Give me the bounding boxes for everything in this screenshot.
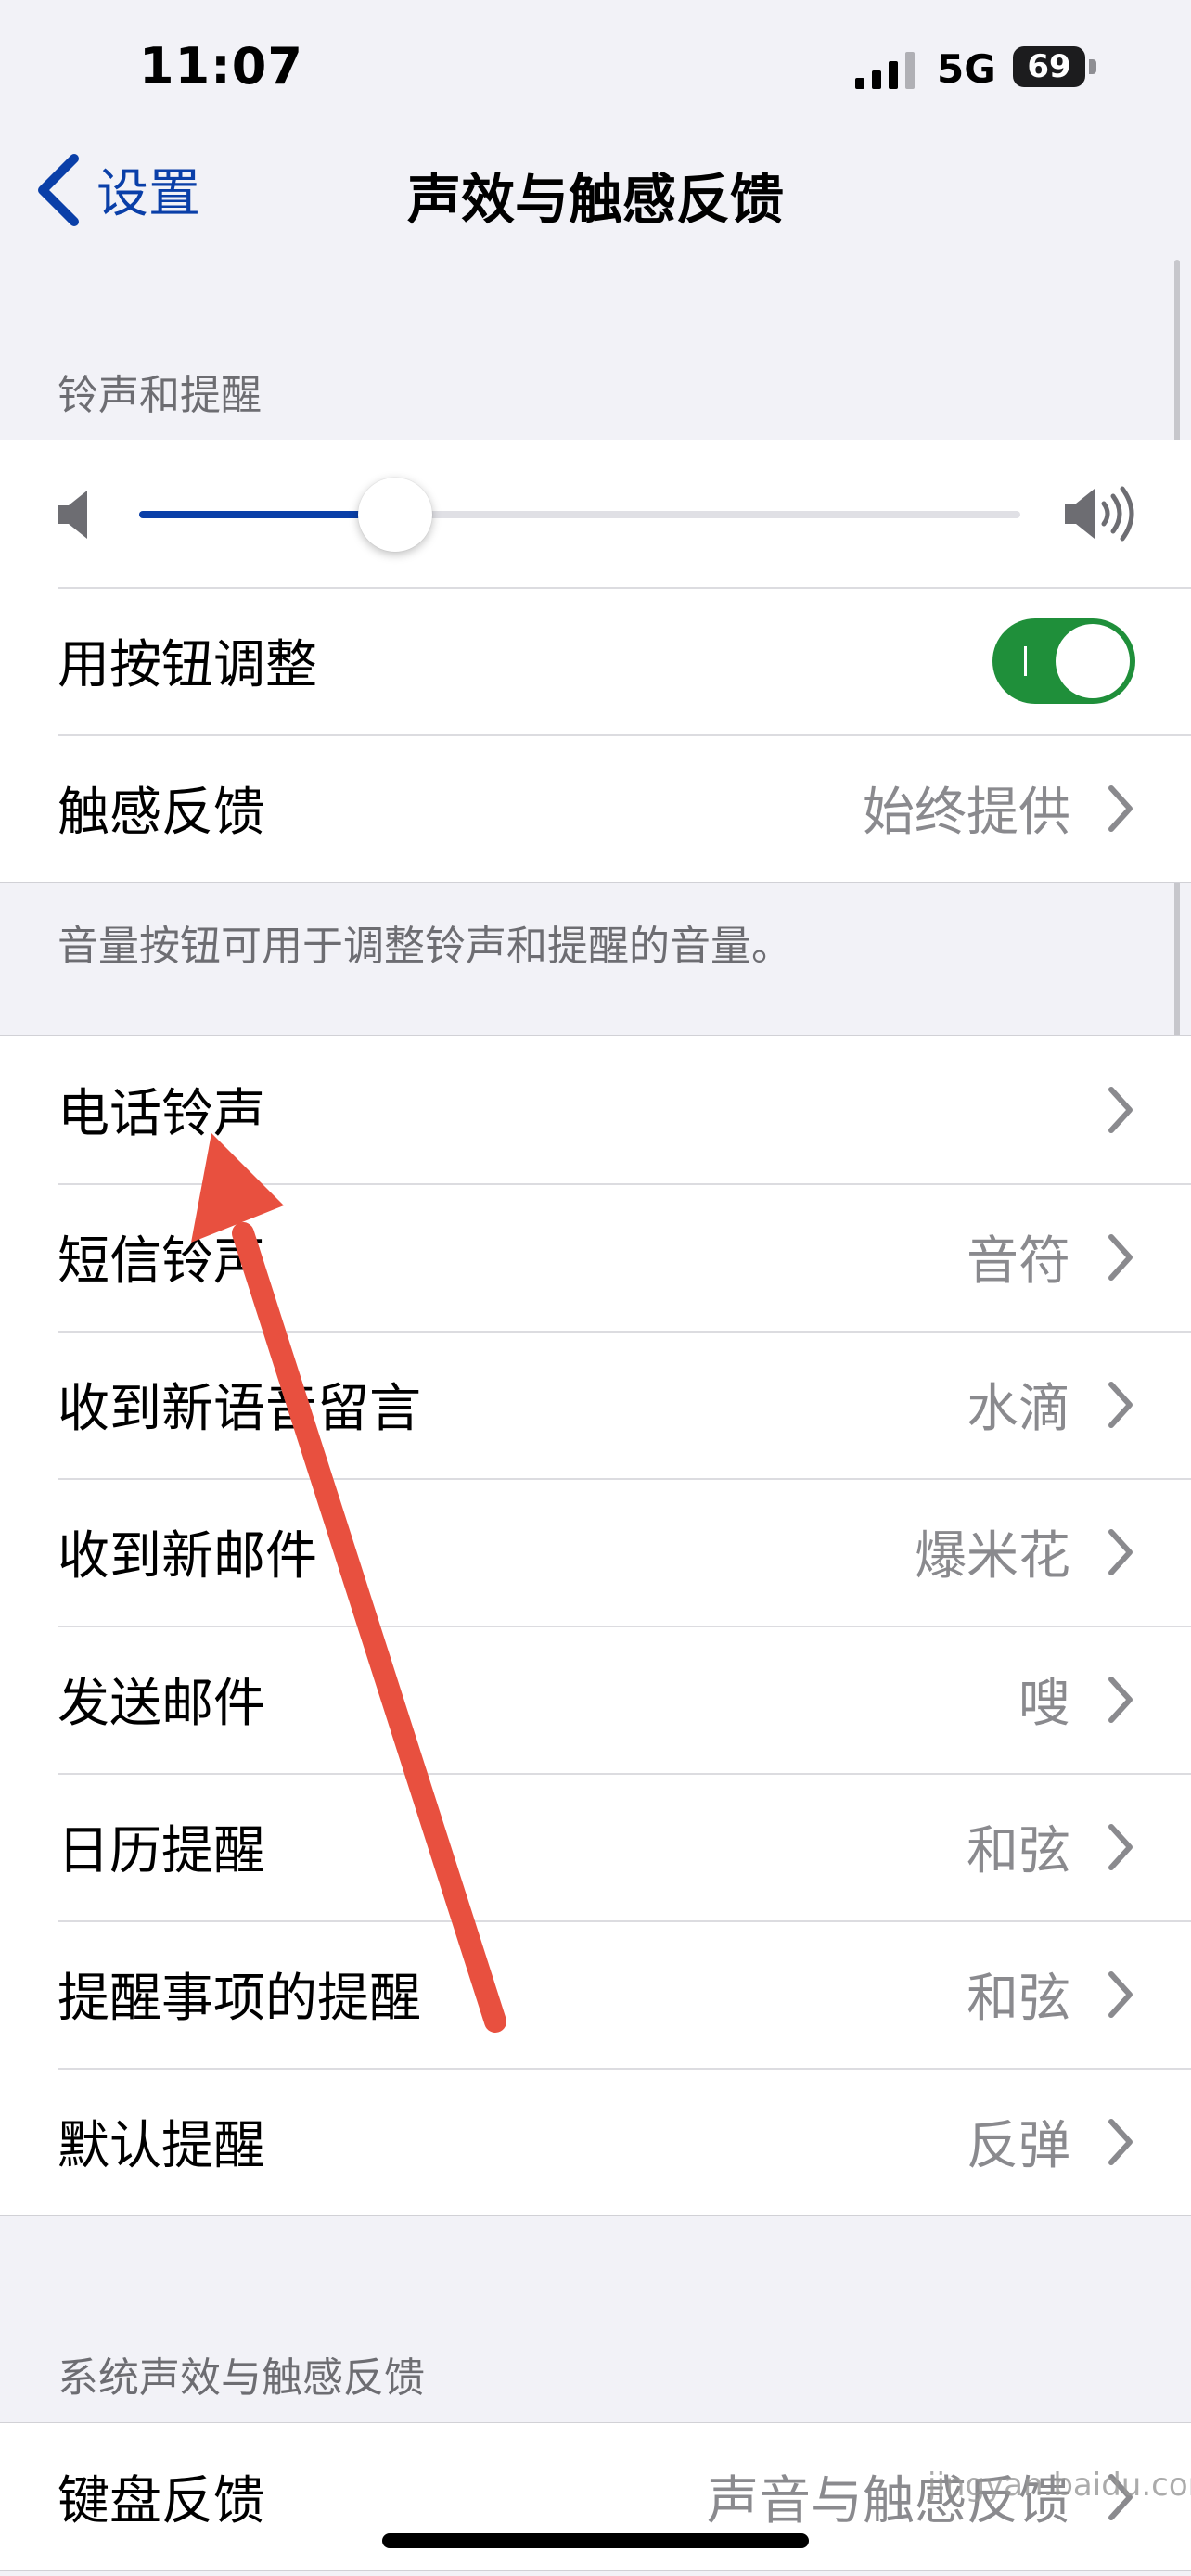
row-reminder-alerts[interactable]: 提醒事项的提醒 和弦 [0,1920,1191,2068]
chevron-right-icon [1108,784,1133,832]
row-label: 收到新语音留言 [58,1379,421,1439]
adjust-with-buttons-toggle[interactable] [992,618,1135,704]
row-value: 反弹 [967,2116,1070,2176]
row-label: 发送邮件 [58,1674,265,1734]
ringtones-group: 用按钮调整 触感反馈 始终提供 [0,440,1191,883]
toggle-on-mark [1024,645,1027,676]
cellular-signal-icon [855,52,915,89]
section-header-ringtones: 铃声和提醒 [58,372,262,419]
sounds-group: 电话铃声 短信铃声 音符 收到新语音留言 水滴 收到新邮件 爆米花 发送邮件 嗖… [0,1035,1191,2216]
row-adjust-with-buttons[interactable]: 用按钮调整 [0,587,1191,734]
navigation-bar: 声效与触感反馈 设置 [0,139,1191,241]
volume-slider-thumb[interactable] [357,478,432,552]
row-ringtone[interactable]: 电话铃声 [0,1036,1191,1183]
row-label: 电话铃声 [58,1084,265,1144]
row-default-alerts[interactable]: 默认提醒 反弹 [0,2068,1191,2215]
row-label: 日历提醒 [58,1821,265,1881]
home-indicator[interactable] [382,2533,809,2548]
row-label: 默认提醒 [58,2116,265,2176]
section-header-system: 系统声效与触感反馈 [58,2354,425,2402]
chevron-left-icon [38,153,79,226]
volume-slider[interactable] [139,478,1020,552]
chevron-right-icon [1108,1233,1133,1281]
watermark: jingyan.baidu.com [928,2467,1191,2504]
row-new-mail[interactable]: 收到新邮件 爆米花 [0,1478,1191,1626]
volume-slider-row [0,440,1191,587]
row-label: 触感反馈 [58,783,265,843]
row-value: 和弦 [967,1969,1070,2029]
row-value: 爆米花 [915,1526,1070,1587]
row-new-voicemail[interactable]: 收到新语音留言 水滴 [0,1331,1191,1478]
chevron-right-icon [1108,1528,1133,1575]
back-label: 设置 [96,164,200,224]
toggle-knob [1056,623,1130,698]
chevron-right-icon [1108,1970,1133,2018]
chevron-right-icon [1108,1086,1133,1133]
battery-nub [1089,59,1096,74]
row-label: 短信铃声 [58,1231,265,1292]
chevron-right-icon [1108,1823,1133,1870]
network-type: 5G [937,46,996,92]
battery-icon: 69 [1013,46,1085,87]
back-button[interactable]: 设置 [33,152,200,227]
row-calendar-alerts[interactable]: 日历提醒 和弦 [0,1773,1191,1920]
speaker-low-icon [58,491,87,539]
status-time: 11:07 [139,37,303,96]
chevron-right-icon [1108,2118,1133,2165]
row-label: 提醒事项的提醒 [58,1969,421,2029]
chevron-right-icon [1108,1676,1133,1723]
row-label: 收到新邮件 [58,1526,317,1587]
row-value: 和弦 [967,1821,1070,1881]
row-label: 键盘反馈 [58,2471,265,2531]
row-value: 水滴 [967,1379,1070,1439]
row-text-tone[interactable]: 短信铃声 音符 [0,1183,1191,1331]
volume-slider-fill [139,511,395,518]
section-footer-note: 音量按钮可用于调整铃声和提醒的音量。 [58,923,792,970]
speaker-high-icon [1065,486,1134,542]
row-label: 用按钮调整 [58,635,317,695]
status-bar: 11:07 5G 69 [0,0,1191,139]
row-value: 始终提供 [863,783,1070,843]
row-sent-mail[interactable]: 发送邮件 嗖 [0,1626,1191,1773]
row-haptics[interactable]: 触感反馈 始终提供 [0,734,1191,882]
chevron-right-icon [1108,1381,1133,1428]
row-value: 音符 [967,1231,1070,1292]
row-value: 嗖 [1018,1674,1070,1734]
